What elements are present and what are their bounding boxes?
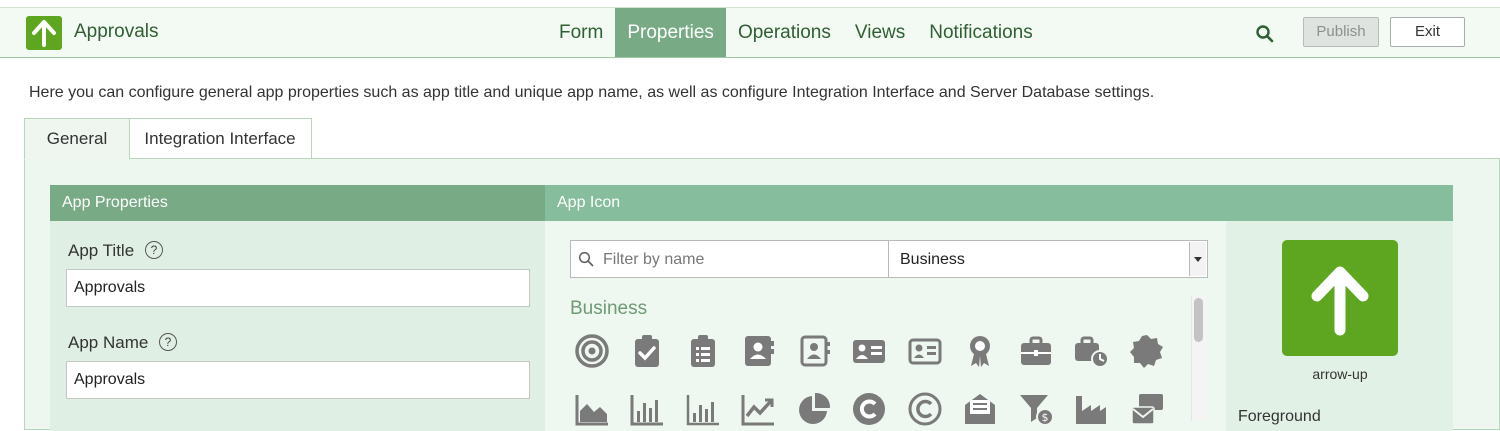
address-book-outline-icon[interactable] <box>794 332 833 370</box>
envelope-open-text-icon[interactable] <box>961 390 1000 428</box>
icon-grid: $ <box>572 332 1172 428</box>
scrollbar-thumb[interactable] <box>1194 298 1203 342</box>
bullseye-icon[interactable] <box>572 332 611 370</box>
tab-integration-interface[interactable]: Integration Interface <box>128 118 312 160</box>
icon-category-value: Business <box>900 251 965 268</box>
help-icon[interactable]: ? <box>145 241 163 259</box>
tab-general[interactable]: General <box>24 118 130 160</box>
clipboard-list-icon[interactable] <box>683 332 722 370</box>
icon-filter-input[interactable] <box>601 242 885 278</box>
industry-icon[interactable] <box>1072 390 1111 428</box>
chart-bar-outline-icon[interactable] <box>683 390 722 428</box>
briefcase-icon[interactable] <box>1016 332 1055 370</box>
app-properties-header: App Properties <box>50 185 545 221</box>
address-book-icon[interactable] <box>739 332 778 370</box>
top-bar: Approvals Form Properties Operations Vie… <box>0 7 1500 58</box>
nav-views[interactable]: Views <box>843 8 917 57</box>
exit-button[interactable]: Exit <box>1390 17 1465 47</box>
id-card-outline-icon[interactable] <box>905 332 944 370</box>
icon-list-scrollbar[interactable] <box>1191 296 1206 421</box>
copyright-icon[interactable] <box>850 390 889 428</box>
publish-button[interactable]: Publish <box>1303 17 1379 47</box>
app-title: Approvals <box>74 21 159 42</box>
icon-group-title: Business <box>570 298 648 319</box>
chart-pie-icon[interactable] <box>794 390 833 428</box>
copyright-outline-icon[interactable] <box>905 390 944 428</box>
foreground-label: Foreground <box>1238 408 1321 425</box>
selected-icon-preview <box>1282 240 1398 356</box>
nav-operations[interactable]: Operations <box>726 8 843 57</box>
award-icon[interactable] <box>961 332 1000 370</box>
chart-line-icon[interactable] <box>739 390 778 428</box>
chart-area-icon[interactable] <box>572 390 611 428</box>
help-icon[interactable]: ? <box>159 333 177 351</box>
app-name-label: App Name <box>68 333 149 352</box>
arrow-up-icon <box>1311 266 1369 336</box>
chart-bar-icon[interactable] <box>628 390 667 428</box>
icon-category-select[interactable]: Business <box>888 240 1208 278</box>
nav-notifications[interactable]: Notifications <box>917 8 1045 57</box>
page-description: Here you can configure general app prope… <box>29 84 1155 101</box>
nav-properties[interactable]: Properties <box>615 8 726 57</box>
funnel-dollar-icon[interactable]: $ <box>1016 390 1055 428</box>
nav-form[interactable]: Form <box>547 8 615 57</box>
certificate-icon[interactable] <box>1127 332 1166 370</box>
id-card-icon[interactable] <box>850 332 889 370</box>
filter-box <box>570 240 889 278</box>
app-title-label: App Title <box>68 241 135 260</box>
clipboard-check-icon[interactable] <box>628 332 667 370</box>
svg-text:$: $ <box>1041 411 1048 424</box>
selected-icon-name: arrow-up <box>1312 366 1368 382</box>
business-time-icon[interactable] <box>1072 332 1111 370</box>
mail-bulk-icon[interactable] <box>1127 390 1166 428</box>
app-title-input[interactable] <box>66 269 530 307</box>
search-icon[interactable] <box>1254 23 1276 45</box>
app-icon-header: App Icon <box>545 185 1453 221</box>
search-icon <box>578 251 594 267</box>
main-nav: Form Properties Operations Views Notific… <box>547 8 1045 57</box>
chevron-down-icon <box>1189 242 1206 276</box>
app-logo <box>26 16 62 50</box>
app-name-input[interactable] <box>66 361 530 399</box>
arrow-up-icon <box>32 20 56 47</box>
